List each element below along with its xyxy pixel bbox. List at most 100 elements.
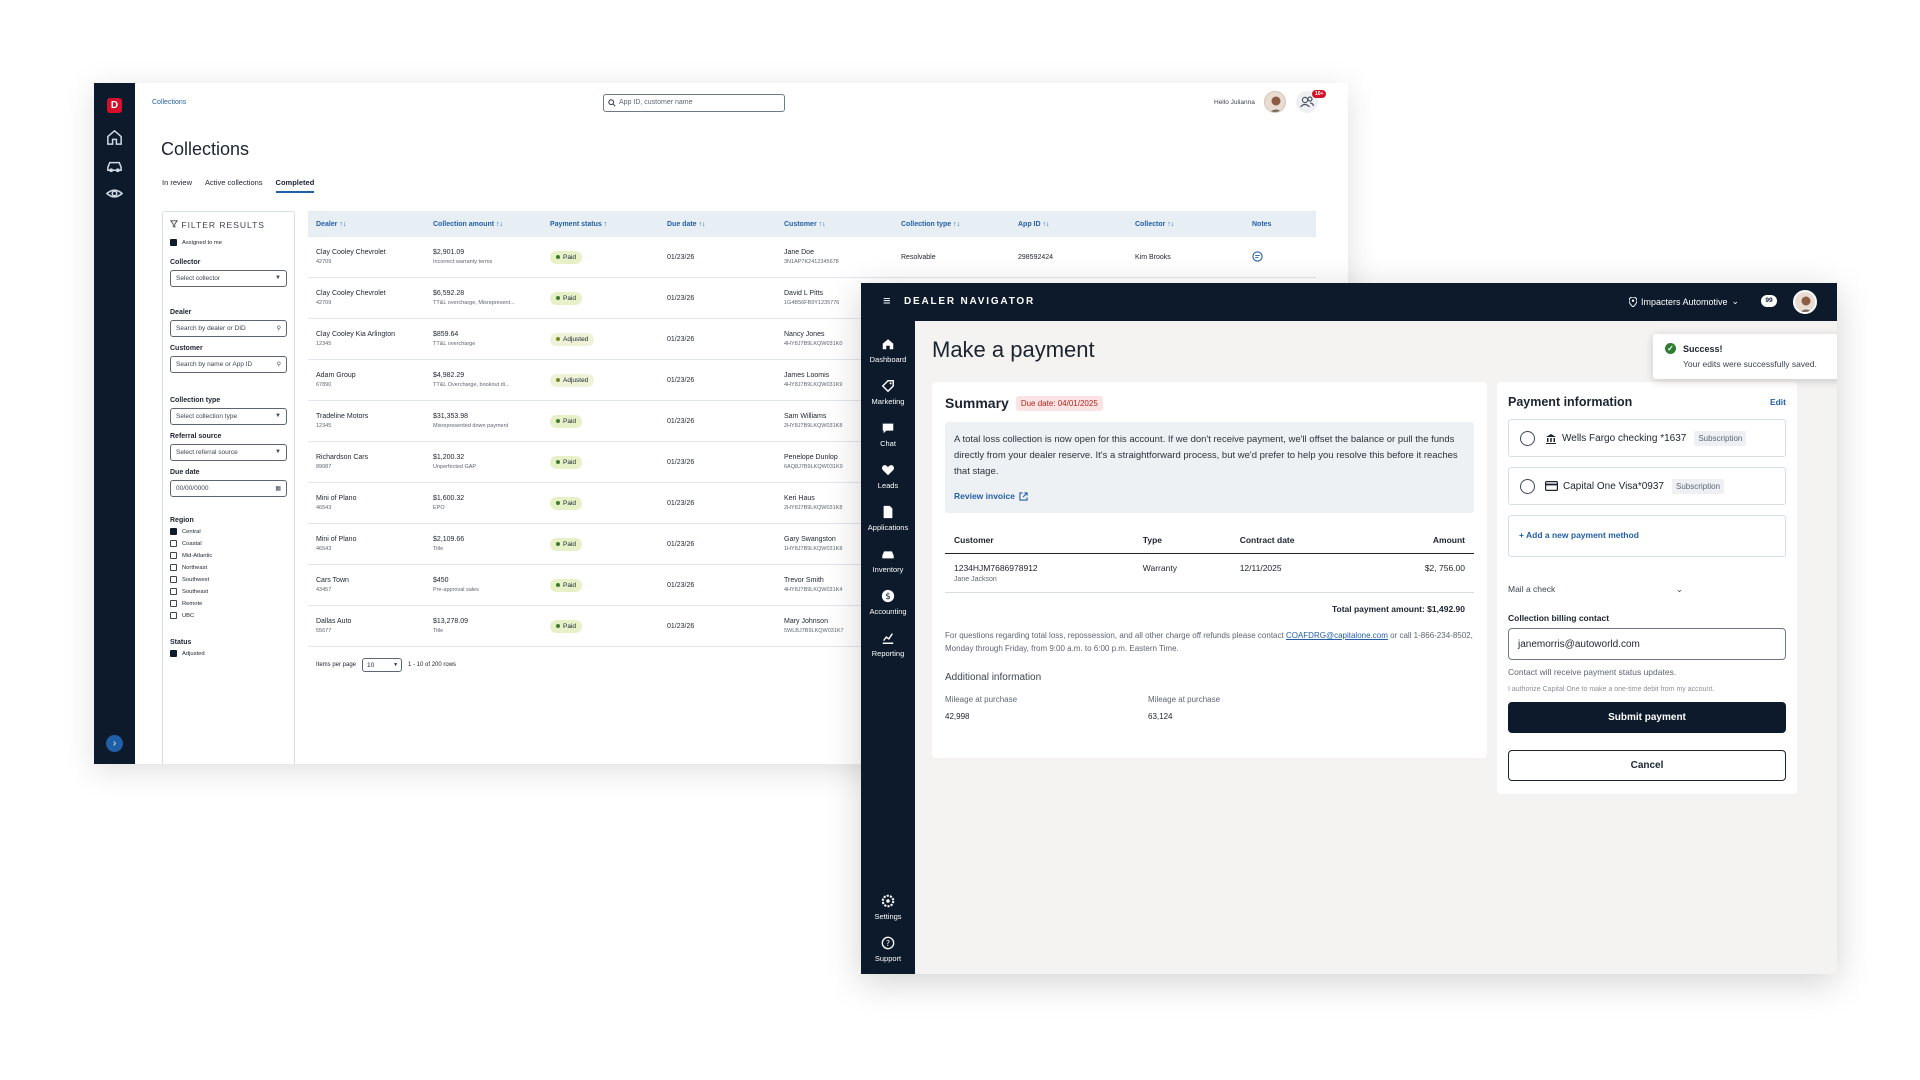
due-date: 01/23/26 [667,376,695,384]
nav-accounting[interactable]: $ Accounting [861,589,915,616]
status-cell: Paid [542,414,659,428]
submit-payment-button[interactable]: Submit payment [1508,702,1786,733]
status-badge: Paid [550,578,583,592]
brand-name: DEALER NAVIGATOR [904,296,1036,307]
tab-in-review[interactable]: In review [162,178,192,193]
status-cell: Paid [542,291,659,305]
search-input[interactable]: App ID, customer name [603,94,785,112]
collector-select[interactable]: Select collector ▼ [170,270,287,287]
assigned-to-me-checkbox[interactable]: Assigned to me [170,239,287,246]
column-header[interactable]: Payment status ↑ [542,221,659,228]
dollar-icon: $ [881,589,895,603]
nav-leads[interactable]: Leads [861,463,915,490]
due-date-input[interactable]: 00/00/0000 ▦ [170,480,287,497]
column-header[interactable]: Notes [1244,221,1316,228]
location-selector[interactable]: Impacters Automotive ⌄ [1629,296,1739,307]
region-checkbox[interactable]: Southeast [170,588,287,595]
chevron-down-icon: ⌄ [1675,584,1683,594]
pagination: Items per page 10 ▼ 1 - 10 of 200 rows [316,658,456,672]
column-header[interactable]: Due date ↑↓ [659,221,776,228]
items-per-page-select[interactable]: 10 ▼ [362,658,403,672]
edit-link[interactable]: Edit [1770,397,1786,407]
vin: 1234HJM7686978912 [954,563,1038,573]
note-icon[interactable] [1252,250,1263,264]
chevron-down-icon: ▼ [275,413,281,419]
nav-dashboard[interactable]: Dashboard [861,337,915,364]
column-header[interactable]: App ID ↑↓ [1010,221,1127,228]
car-icon[interactable] [105,156,124,175]
region-checkbox[interactable]: Coastal [170,540,287,547]
hamburger-menu-icon[interactable]: ≡ [883,294,891,307]
region-checkbox[interactable]: Central [170,528,287,535]
region-checkbox[interactable]: Northeast [170,564,287,571]
add-payment-method-button[interactable]: + Add a new payment method [1508,515,1786,557]
amount-cell: $6,592.28 TT&L overcharge, Misrepresent..… [425,290,542,306]
column-header[interactable]: Customer ↑↓ [776,221,893,228]
status-badge: Paid [550,250,583,264]
nav-chat[interactable]: Chat [861,421,915,448]
dealer-id: 46543 [316,546,332,552]
dealer-search-input[interactable]: Search by dealer or DID ⚲ [170,320,287,337]
radio-button[interactable] [1520,430,1535,446]
nav-applications[interactable]: Applications [861,505,915,532]
mileage-label: Mileage at purchase [1148,695,1221,704]
column-header[interactable]: Collection type ↑↓ [893,221,1010,228]
amount-cell: $13,278.09 Title [425,618,542,634]
region-checkbox[interactable]: UBC [170,612,287,619]
header-customer: Customer [945,527,1134,554]
table-row[interactable]: Clay Cooley Chevrolet 42709 $2,901.09 Incor… [308,237,1316,278]
app-id: 298592424 [1018,253,1054,261]
user-avatar[interactable] [1793,290,1817,314]
status-adjusted-checkbox[interactable]: Adjusted [170,650,287,657]
billing-contact-email-field[interactable]: janemorris@autoworld.com [1508,628,1786,660]
collection-reason: EPO [433,505,445,511]
tab-completed[interactable]: Completed [275,178,315,193]
eye-icon[interactable] [105,184,124,203]
status-badge: Paid [550,414,583,428]
due-date-badge: Due date: 04/01/2025 [1015,395,1103,411]
region-checkbox[interactable]: Remote [170,600,287,607]
home-icon[interactable] [105,128,124,147]
search-icon [608,99,616,107]
collection-type-select[interactable]: Select collection type ▼ [170,408,287,425]
nav-inventory[interactable]: Inventory [861,547,915,574]
review-invoice-link[interactable]: Review invoice [954,488,1465,504]
mail-a-check-toggle[interactable]: Mail a check ⌄ [1508,584,1683,595]
checkbox-icon [170,612,177,619]
status-badge: Paid [550,537,583,551]
payment-method-capital-one[interactable]: Capital One Visa*0937 Subscription [1508,467,1786,505]
nav-reporting[interactable]: Reporting [861,631,915,658]
referral-source-select[interactable]: Select referral source ▼ [170,444,287,461]
column-header[interactable]: Dealer ↑↓ [308,221,425,228]
nav-marketing[interactable]: Marketing [861,379,915,406]
side-nav: Dashboard Marketing Chat Leads Applicati… [861,321,915,974]
due-date: 01/23/26 [667,294,695,302]
mileage-value: 42,998 [945,712,970,721]
cancel-button[interactable]: Cancel [1508,750,1786,781]
collection-amount: $2,109.66 [433,536,465,543]
checkbox-icon [170,239,177,246]
column-header[interactable]: Collection amount ↑↓ [425,221,542,228]
due-date: 01/23/26 [667,417,695,425]
column-header[interactable]: Collector ↑↓ [1127,221,1244,228]
status-cell: Paid [542,619,659,633]
dealer-name: Clay Cooley Kia Arlington [316,331,395,338]
dealer-id: 12345 [316,341,332,347]
left-rail: D › [94,83,135,764]
nav-settings[interactable]: Settings [861,894,915,921]
expand-rail-button[interactable]: › [106,735,123,752]
email-link[interactable]: COAFDRG@capitalone.com [1286,631,1388,640]
payment-summary-table: Customer Type Contract date Amount 1234H… [945,527,1474,593]
user-avatar[interactable] [1264,91,1286,113]
notification-count[interactable]: 99 [1761,295,1777,307]
region-checkbox[interactable]: Mid-Atlantic [170,552,287,559]
nav-support[interactable]: ? Support [861,936,915,963]
breadcrumb[interactable]: Collections [152,99,186,106]
payment-method-wells-fargo[interactable]: Wells Fargo checking *1637 Subscription [1508,419,1786,457]
tab-active-collections[interactable]: Active collections [205,178,263,193]
radio-button[interactable] [1520,478,1535,494]
customer-search-input[interactable]: Search by name or App ID ⚲ [170,356,287,373]
region-checkbox[interactable]: Southwest [170,576,287,583]
total-payment-amount: Total payment amount: $1,492.90 [1331,604,1465,614]
tab-bar: In review Active collections Completed [162,178,315,193]
